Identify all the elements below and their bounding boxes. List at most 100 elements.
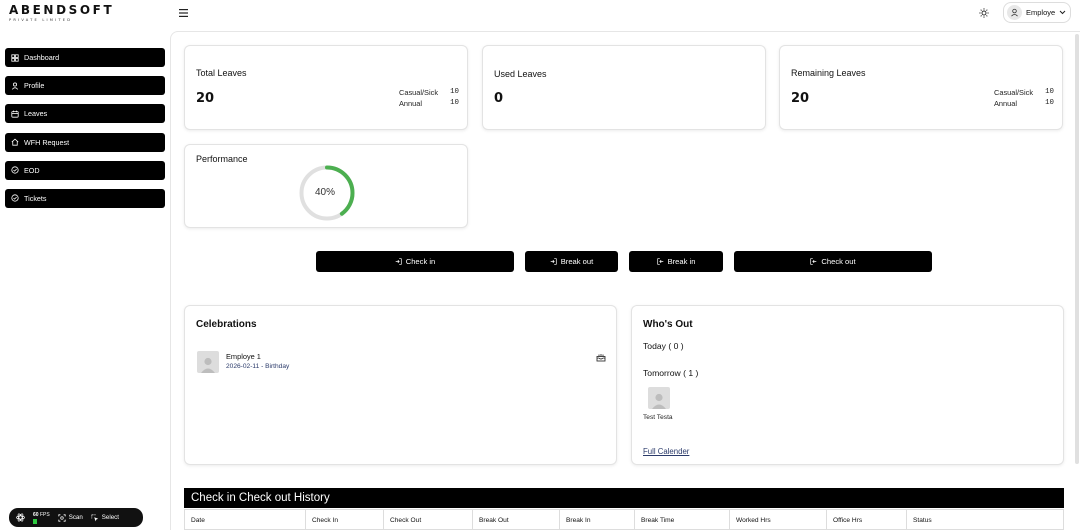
breakdown-label: Casual/Sick: [994, 88, 1034, 97]
check-circle-icon: [11, 194, 19, 203]
column-header-check-in: Check In: [306, 510, 384, 529]
tomorrow-out-count: Tomorrow ( 1 ): [643, 368, 699, 378]
sidebar-item-profile[interactable]: Profile: [5, 76, 165, 96]
sidebar-item-label: Dashboard: [24, 53, 60, 62]
user-avatar: [1007, 5, 1022, 20]
breakdown-label: Annual: [994, 99, 1018, 108]
today-out-count: Today ( 0 ): [643, 341, 684, 351]
check-in-button[interactable]: Check in: [316, 251, 514, 272]
sidebar-item-tickets[interactable]: Tickets: [5, 188, 165, 208]
user-name: Employe: [1026, 8, 1056, 17]
column-header-break-time: Break Time: [635, 510, 730, 529]
used-leaves-value: 0: [494, 91, 504, 106]
user-menu-button[interactable]: Employe: [1003, 2, 1071, 23]
fps-meter: 60 FPS: [33, 512, 50, 524]
history-table-header: Date Check In Check Out Break Out Break …: [184, 509, 1064, 530]
break-in-button[interactable]: Break in: [629, 251, 723, 272]
avatar: [648, 387, 670, 409]
sun-icon: [979, 8, 989, 18]
sidebar-item-wfh-request[interactable]: WFH Request: [5, 132, 165, 152]
sidebar-item-label: Leaves: [24, 109, 48, 119]
breakdown-value: 10: [450, 99, 459, 107]
leave-breakdown: Casual/Sick 10 Annual 10: [399, 87, 459, 109]
card-title: Used Leaves: [494, 69, 547, 79]
column-header-break-out: Break Out: [473, 510, 560, 529]
column-header-break-in: Break In: [560, 510, 635, 529]
sidebar-item-label: Tickets: [24, 193, 47, 203]
sidebar-item-eod[interactable]: EOD: [5, 160, 165, 180]
select-button[interactable]: Select: [91, 513, 119, 522]
sidebar-item-leaves[interactable]: Leaves: [5, 104, 165, 124]
sidebar-item-dashboard[interactable]: Dashboard: [5, 48, 165, 67]
sidebar-item-label: Profile: [24, 81, 45, 91]
theme-toggle-button[interactable]: [977, 6, 991, 20]
used-leaves-card: Used Leaves 0: [482, 45, 766, 130]
column-header-date: Date: [185, 510, 306, 529]
fps-value: 60: [33, 511, 39, 518]
total-leaves-card: Total Leaves 20 Casual/Sick 10 Annual 10: [184, 45, 468, 130]
sidebar-item-label: WFH Request: [24, 137, 70, 147]
fps-unit: FPS: [39, 511, 50, 518]
user-placeholder-icon: [201, 357, 215, 373]
react-scan-icon: [16, 513, 25, 522]
dev-toolbar: 60 FPS Scan Select: [9, 508, 143, 527]
breakdown-label: Annual: [399, 99, 423, 108]
performance-card: Performance 40%: [184, 144, 468, 228]
card-title: Performance: [196, 154, 248, 164]
brand-name: ABENDSOFT: [9, 3, 115, 17]
company-logo: ABENDSOFT PRIVATE LIMITED: [9, 4, 114, 22]
leave-breakdown: Casual/Sick 10 Annual 10: [994, 87, 1054, 109]
column-header-worked-hrs: Worked Hrs: [730, 510, 827, 529]
button-label: Break out: [560, 257, 594, 266]
remaining-leaves-card: Remaining Leaves 20 Casual/Sick 10 Annual…: [779, 45, 1063, 130]
break-out-button[interactable]: Break out: [525, 251, 618, 272]
avatar: [197, 351, 219, 373]
select-icon: [91, 513, 98, 521]
scan-button[interactable]: Scan: [58, 513, 83, 522]
menu-toggle-button[interactable]: [175, 5, 191, 21]
home-icon: [11, 138, 19, 146]
full-calendar-link[interactable]: Full Calender: [643, 447, 689, 456]
column-header-status: Status: [913, 517, 932, 524]
celebration-detail: 2026-02-11 - Birthday: [226, 363, 290, 370]
login-icon: [550, 258, 557, 265]
button-label: Check out: [821, 257, 856, 266]
check-out-button[interactable]: Check out: [734, 251, 932, 272]
vertical-scrollbar[interactable]: [1075, 34, 1079, 464]
calendar-icon: [11, 110, 19, 118]
breakdown-value: 10: [1045, 88, 1054, 96]
section-title: Who's Out: [643, 319, 693, 330]
column-header-check-out: Check Out: [384, 510, 473, 529]
user-placeholder-icon: [652, 393, 666, 409]
remaining-leaves-value: 20: [791, 91, 810, 106]
login-icon: [395, 258, 402, 265]
celebration-name: Employe 1: [226, 352, 261, 361]
sidebar-item-label: EOD: [24, 165, 40, 175]
breakdown-label: Casual/Sick: [399, 88, 439, 97]
card-title: Total Leaves: [196, 68, 247, 78]
performance-percent: 40%: [315, 187, 336, 198]
breakdown-value: 10: [1045, 99, 1054, 107]
sidebar: Dashboard Profile Leaves WFH Request EOD…: [5, 48, 165, 217]
total-leaves-value: 20: [196, 91, 215, 106]
button-label: Break in: [667, 257, 696, 266]
section-title: Celebrations: [196, 319, 257, 330]
card-title: Remaining Leaves: [791, 68, 866, 78]
scan-icon: [58, 513, 66, 522]
history-title-bar: Check in Check out History: [184, 488, 1064, 508]
chevron-down-icon: [1059, 10, 1066, 15]
celebrations-card: Celebrations Employe 1 2026-02-11 - Birt…: [184, 305, 617, 465]
logout-icon: [656, 258, 663, 265]
check-circle-icon: [11, 166, 19, 174]
whos-out-card: Who's Out Today ( 0 ) Tomorrow ( 1 ) Tes…: [631, 305, 1064, 465]
brand-tagline: PRIVATE LIMITED: [9, 18, 73, 22]
menu-icon: [178, 9, 188, 17]
cake-icon: [596, 354, 606, 362]
column-header-office-hrs: Office Hrs: [827, 510, 907, 529]
dashboard-icon: [11, 53, 19, 62]
scan-label: Scan: [68, 514, 83, 521]
button-label: Check in: [405, 257, 436, 266]
user-icon: [11, 82, 19, 90]
breakdown-value: 10: [450, 88, 459, 96]
logout-icon: [810, 258, 817, 265]
